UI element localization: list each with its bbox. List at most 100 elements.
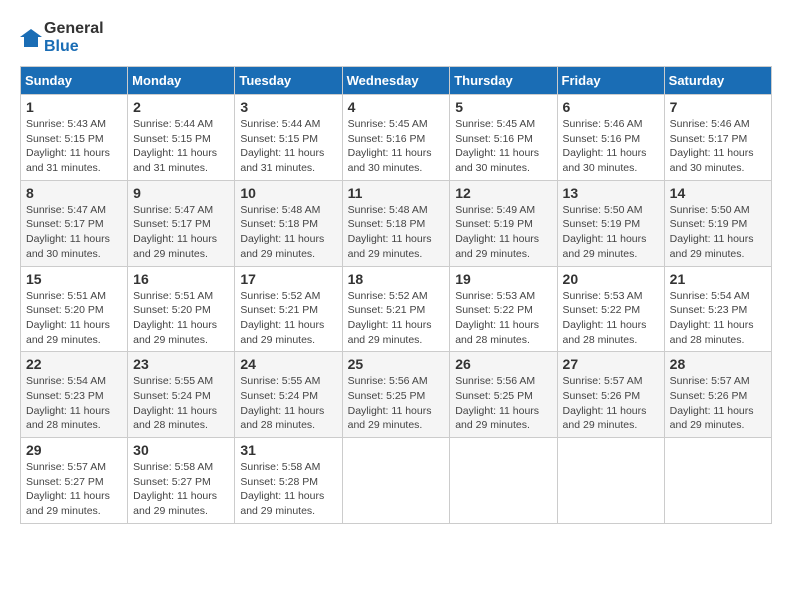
day-info: Sunrise: 5:43 AM Sunset: 5:15 PM Dayligh… [26,117,122,176]
day-number: 11 [348,185,445,201]
table-row: 3 Sunrise: 5:44 AM Sunset: 5:15 PM Daylig… [235,95,342,181]
table-row: 31 Sunrise: 5:58 AM Sunset: 5:28 PM Dayli… [235,438,342,524]
table-row: 29Sunrise: 5:57 AM Sunset: 5:27 PM Dayli… [21,438,128,524]
logo-blue: Blue [44,38,79,55]
day-info: Sunrise: 5:57 AM Sunset: 5:27 PM Dayligh… [26,460,122,519]
calendar-week-2: 8 Sunrise: 5:47 AM Sunset: 5:17 PM Daylig… [21,180,772,266]
day-info: Sunrise: 5:48 AM Sunset: 5:18 PM Dayligh… [348,203,445,262]
day-info: Sunrise: 5:56 AM Sunset: 5:25 PM Dayligh… [455,374,551,433]
day-number: 1 [26,99,122,115]
table-row: 18 Sunrise: 5:52 AM Sunset: 5:21 PM Dayli… [342,266,450,352]
table-row: 6 Sunrise: 5:46 AM Sunset: 5:16 PM Daylig… [557,95,664,181]
table-row: 21Sunrise: 5:54 AM Sunset: 5:23 PM Dayli… [664,266,771,352]
day-info: Sunrise: 5:52 AM Sunset: 5:21 PM Dayligh… [240,289,336,348]
logo-general: General [44,20,104,37]
table-row: 30Sunrise: 5:58 AM Sunset: 5:27 PM Dayli… [128,438,235,524]
logo-container: General Blue [20,20,104,56]
page-header: General Blue [20,20,772,56]
day-info: Sunrise: 5:53 AM Sunset: 5:22 PM Dayligh… [455,289,551,348]
table-row: 10 Sunrise: 5:48 AM Sunset: 5:18 PM Dayli… [235,180,342,266]
day-header-wednesday: Wednesday [342,67,450,95]
table-row: 12 Sunrise: 5:49 AM Sunset: 5:19 PM Dayli… [450,180,557,266]
day-number: 27 [563,356,659,372]
table-row: 24Sunrise: 5:55 AM Sunset: 5:24 PM Dayli… [235,352,342,438]
day-number: 8 [26,185,122,201]
table-row: 25 Sunrise: 5:56 AM Sunset: 5:25 PM Dayli… [342,352,450,438]
day-number: 23 [133,356,229,372]
table-row: 7 Sunrise: 5:46 AM Sunset: 5:17 PM Daylig… [664,95,771,181]
day-number: 22 [26,356,122,372]
day-info: Sunrise: 5:47 AM Sunset: 5:17 PM Dayligh… [26,203,122,262]
calendar-week-1: 1 Sunrise: 5:43 AM Sunset: 5:15 PM Daylig… [21,95,772,181]
day-number: 2 [133,99,229,115]
day-header-friday: Friday [557,67,664,95]
day-number: 30 [133,442,229,458]
day-number: 6 [563,99,659,115]
day-info: Sunrise: 5:57 AM Sunset: 5:26 PM Dayligh… [563,374,659,433]
table-row [557,438,664,524]
day-number: 21 [670,271,766,287]
table-row [342,438,450,524]
day-info: Sunrise: 5:46 AM Sunset: 5:17 PM Dayligh… [670,117,766,176]
day-info: Sunrise: 5:52 AM Sunset: 5:21 PM Dayligh… [348,289,445,348]
day-number: 9 [133,185,229,201]
table-row: 1 Sunrise: 5:43 AM Sunset: 5:15 PM Daylig… [21,95,128,181]
day-info: Sunrise: 5:58 AM Sunset: 5:28 PM Dayligh… [240,460,336,519]
day-info: Sunrise: 5:50 AM Sunset: 5:19 PM Dayligh… [670,203,766,262]
table-row: 9Sunrise: 5:47 AM Sunset: 5:17 PM Daylig… [128,180,235,266]
day-number: 24 [240,356,336,372]
table-row: 20 Sunrise: 5:53 AM Sunset: 5:22 PM Dayli… [557,266,664,352]
day-number: 26 [455,356,551,372]
table-row [664,438,771,524]
table-row: 2 Sunrise: 5:44 AM Sunset: 5:15 PM Daylig… [128,95,235,181]
day-number: 28 [670,356,766,372]
day-number: 3 [240,99,336,115]
table-row [450,438,557,524]
day-number: 16 [133,271,229,287]
day-info: Sunrise: 5:50 AM Sunset: 5:19 PM Dayligh… [563,203,659,262]
table-row: 8 Sunrise: 5:47 AM Sunset: 5:17 PM Daylig… [21,180,128,266]
day-info: Sunrise: 5:45 AM Sunset: 5:16 PM Dayligh… [348,117,445,176]
day-info: Sunrise: 5:44 AM Sunset: 5:15 PM Dayligh… [240,117,336,176]
table-row: 28 Sunrise: 5:57 AM Sunset: 5:26 PM Dayli… [664,352,771,438]
table-row: 14Sunrise: 5:50 AM Sunset: 5:19 PM Dayli… [664,180,771,266]
day-number: 10 [240,185,336,201]
day-header-saturday: Saturday [664,67,771,95]
day-info: Sunrise: 5:54 AM Sunset: 5:23 PM Dayligh… [26,374,122,433]
calendar-week-3: 15Sunrise: 5:51 AM Sunset: 5:20 PM Dayli… [21,266,772,352]
day-number: 15 [26,271,122,287]
day-info: Sunrise: 5:46 AM Sunset: 5:16 PM Dayligh… [563,117,659,176]
day-header-sunday: Sunday [21,67,128,95]
day-info: Sunrise: 5:57 AM Sunset: 5:26 PM Dayligh… [670,374,766,433]
day-info: Sunrise: 5:45 AM Sunset: 5:16 PM Dayligh… [455,117,551,176]
day-number: 19 [455,271,551,287]
day-number: 5 [455,99,551,115]
day-header-thursday: Thursday [450,67,557,95]
day-number: 31 [240,442,336,458]
days-header-row: SundayMondayTuesdayWednesdayThursdayFrid… [21,67,772,95]
table-row: 26 Sunrise: 5:56 AM Sunset: 5:25 PM Dayli… [450,352,557,438]
table-row: 23 Sunrise: 5:55 AM Sunset: 5:24 PM Dayli… [128,352,235,438]
day-number: 18 [348,271,445,287]
table-row: 15Sunrise: 5:51 AM Sunset: 5:20 PM Dayli… [21,266,128,352]
day-number: 20 [563,271,659,287]
day-header-monday: Monday [128,67,235,95]
calendar-table: SundayMondayTuesdayWednesdayThursdayFrid… [20,66,772,524]
table-row: 4 Sunrise: 5:45 AM Sunset: 5:16 PM Daylig… [342,95,450,181]
table-row: 13Sunrise: 5:50 AM Sunset: 5:19 PM Dayli… [557,180,664,266]
table-row: 22 Sunrise: 5:54 AM Sunset: 5:23 PM Dayli… [21,352,128,438]
table-row: 5 Sunrise: 5:45 AM Sunset: 5:16 PM Daylig… [450,95,557,181]
table-row: 19 Sunrise: 5:53 AM Sunset: 5:22 PM Dayli… [450,266,557,352]
day-info: Sunrise: 5:48 AM Sunset: 5:18 PM Dayligh… [240,203,336,262]
day-number: 7 [670,99,766,115]
day-info: Sunrise: 5:55 AM Sunset: 5:24 PM Dayligh… [133,374,229,433]
day-info: Sunrise: 5:49 AM Sunset: 5:19 PM Dayligh… [455,203,551,262]
day-info: Sunrise: 5:56 AM Sunset: 5:25 PM Dayligh… [348,374,445,433]
day-info: Sunrise: 5:44 AM Sunset: 5:15 PM Dayligh… [133,117,229,176]
day-number: 4 [348,99,445,115]
calendar-week-5: 29Sunrise: 5:57 AM Sunset: 5:27 PM Dayli… [21,438,772,524]
day-number: 17 [240,271,336,287]
day-info: Sunrise: 5:53 AM Sunset: 5:22 PM Dayligh… [563,289,659,348]
day-number: 12 [455,185,551,201]
day-number: 25 [348,356,445,372]
